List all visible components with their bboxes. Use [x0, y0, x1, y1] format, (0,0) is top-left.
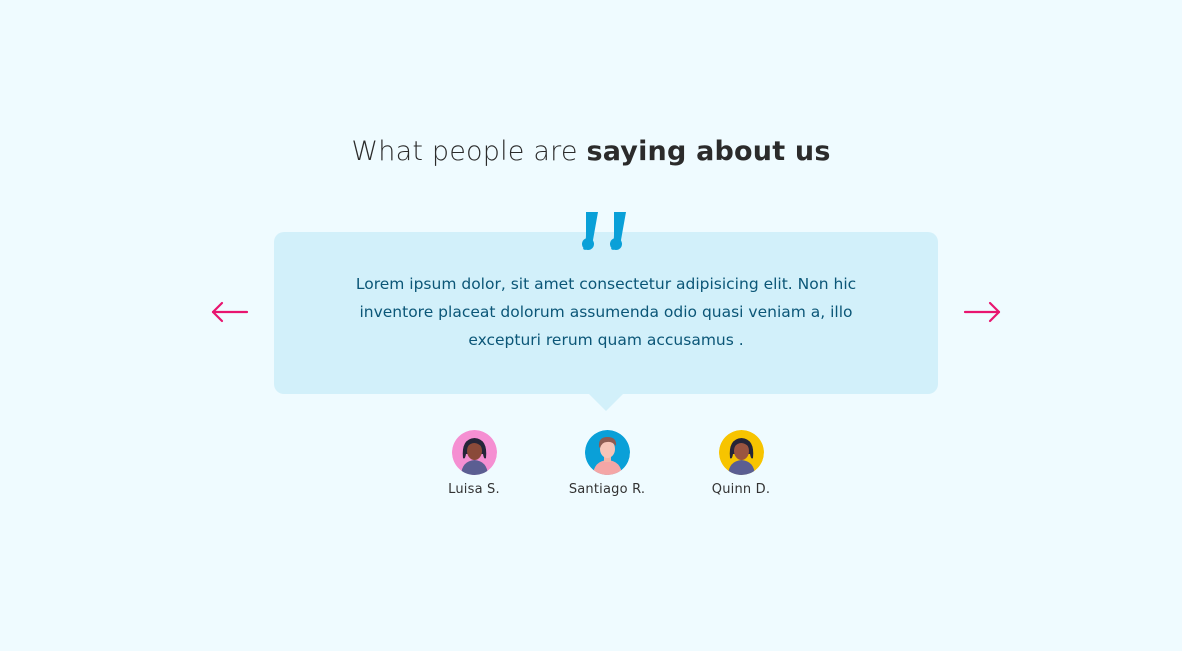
person-name: Santiago R.: [568, 482, 646, 497]
person-name: Quinn D.: [711, 482, 771, 497]
heading-light-text: What people are: [351, 136, 587, 167]
person-luisa[interactable]: Luisa S.: [419, 430, 529, 497]
heading-bold-text: saying about us: [586, 136, 831, 167]
quote-mark-icon: [582, 212, 626, 250]
arrow-right-icon[interactable]: [963, 298, 1001, 326]
section-heading: What people are saying about us: [0, 136, 1182, 167]
avatar-luisa-icon: [451, 430, 497, 475]
person-name: Luisa S.: [448, 482, 500, 497]
arrow-left-icon[interactable]: [211, 298, 249, 326]
avatar-quinn-icon: [718, 430, 764, 475]
testimonial-text: Lorem ipsum dolor, sit amet consectetur …: [355, 275, 857, 349]
person-quinn[interactable]: Quinn D.: [686, 430, 796, 497]
avatar-santiago-icon: [584, 430, 630, 475]
person-santiago[interactable]: Santiago R.: [552, 430, 662, 497]
testimonial-bubble-tail: [588, 393, 624, 411]
